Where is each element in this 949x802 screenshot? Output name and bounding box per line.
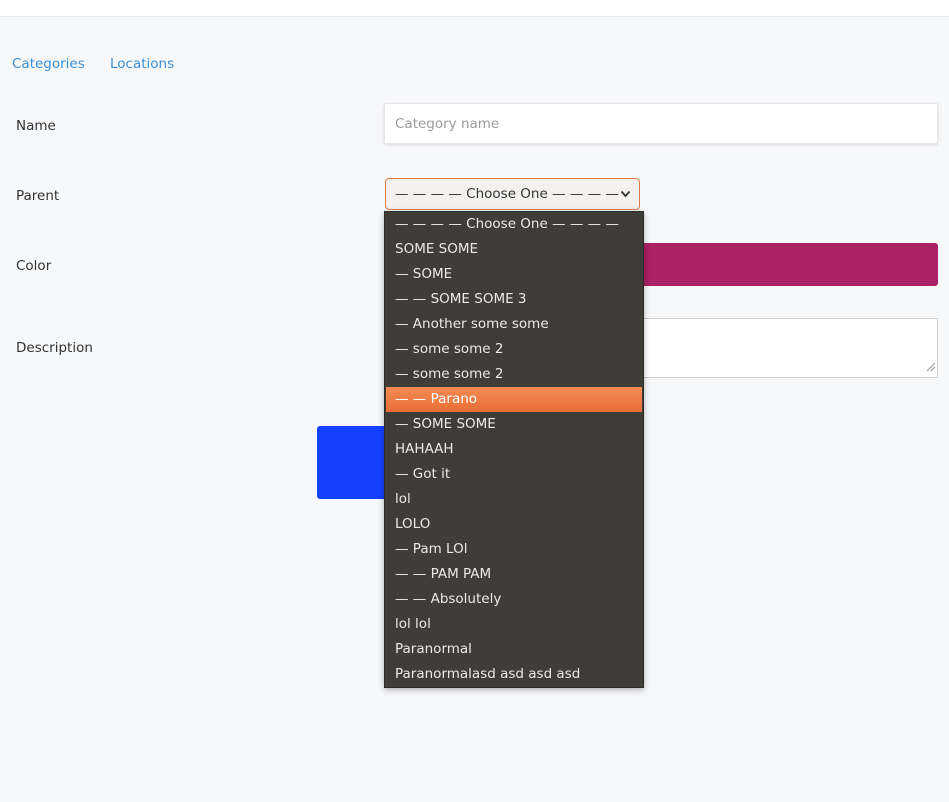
- dropdown-option[interactable]: — some some 2: [385, 337, 643, 362]
- category-name-input[interactable]: [384, 103, 938, 144]
- nav-link-categories[interactable]: Categories: [12, 56, 85, 72]
- dropdown-option[interactable]: — — — — Choose One — — — —: [385, 212, 643, 237]
- dropdown-option[interactable]: — some some 2: [385, 362, 643, 387]
- dropdown-option[interactable]: — — PAM PAM: [385, 562, 643, 587]
- parent-select[interactable]: — — — — Choose One — — — —: [385, 178, 640, 210]
- name-label: Name: [16, 118, 56, 134]
- parent-label: Parent: [16, 188, 60, 204]
- chevron-down-icon: [620, 187, 631, 205]
- description-textarea[interactable]: [640, 318, 938, 378]
- dropdown-option[interactable]: Paranormal: [385, 637, 643, 662]
- parent-select-value: — — — — Choose One — — — —: [395, 186, 619, 202]
- description-label: Description: [16, 340, 93, 356]
- dropdown-option[interactable]: — Pam LOl: [385, 537, 643, 562]
- dropdown-option[interactable]: — SOME SOME: [385, 412, 643, 437]
- dropdown-option[interactable]: lol lol: [385, 612, 643, 637]
- dropdown-option[interactable]: Paranormalasd asd asd asd: [385, 662, 643, 687]
- dropdown-option[interactable]: — — Parano: [386, 387, 642, 412]
- dropdown-option[interactable]: lol: [385, 487, 643, 512]
- top-header-bar: [0, 0, 949, 17]
- dropdown-option[interactable]: — Another some some: [385, 312, 643, 337]
- dropdown-option[interactable]: LOLO: [385, 512, 643, 537]
- dropdown-option[interactable]: — — SOME SOME 3: [385, 287, 643, 312]
- dropdown-option[interactable]: — — Absolutely: [385, 587, 643, 612]
- dropdown-option[interactable]: — Got it: [385, 462, 643, 487]
- dropdown-option[interactable]: SOME SOME: [385, 237, 643, 262]
- color-label: Color: [16, 258, 52, 274]
- parent-dropdown-list[interactable]: — — — — Choose One — — — — SOME SOME — SOM…: [384, 211, 644, 688]
- dropdown-option[interactable]: — SOME: [385, 262, 643, 287]
- resize-grip-icon[interactable]: [924, 357, 936, 376]
- nav-link-locations[interactable]: Locations: [110, 56, 174, 72]
- dropdown-option[interactable]: HAHAAH: [385, 437, 643, 462]
- color-picker-swatch[interactable]: [640, 243, 938, 286]
- submit-button[interactable]: [317, 426, 387, 499]
